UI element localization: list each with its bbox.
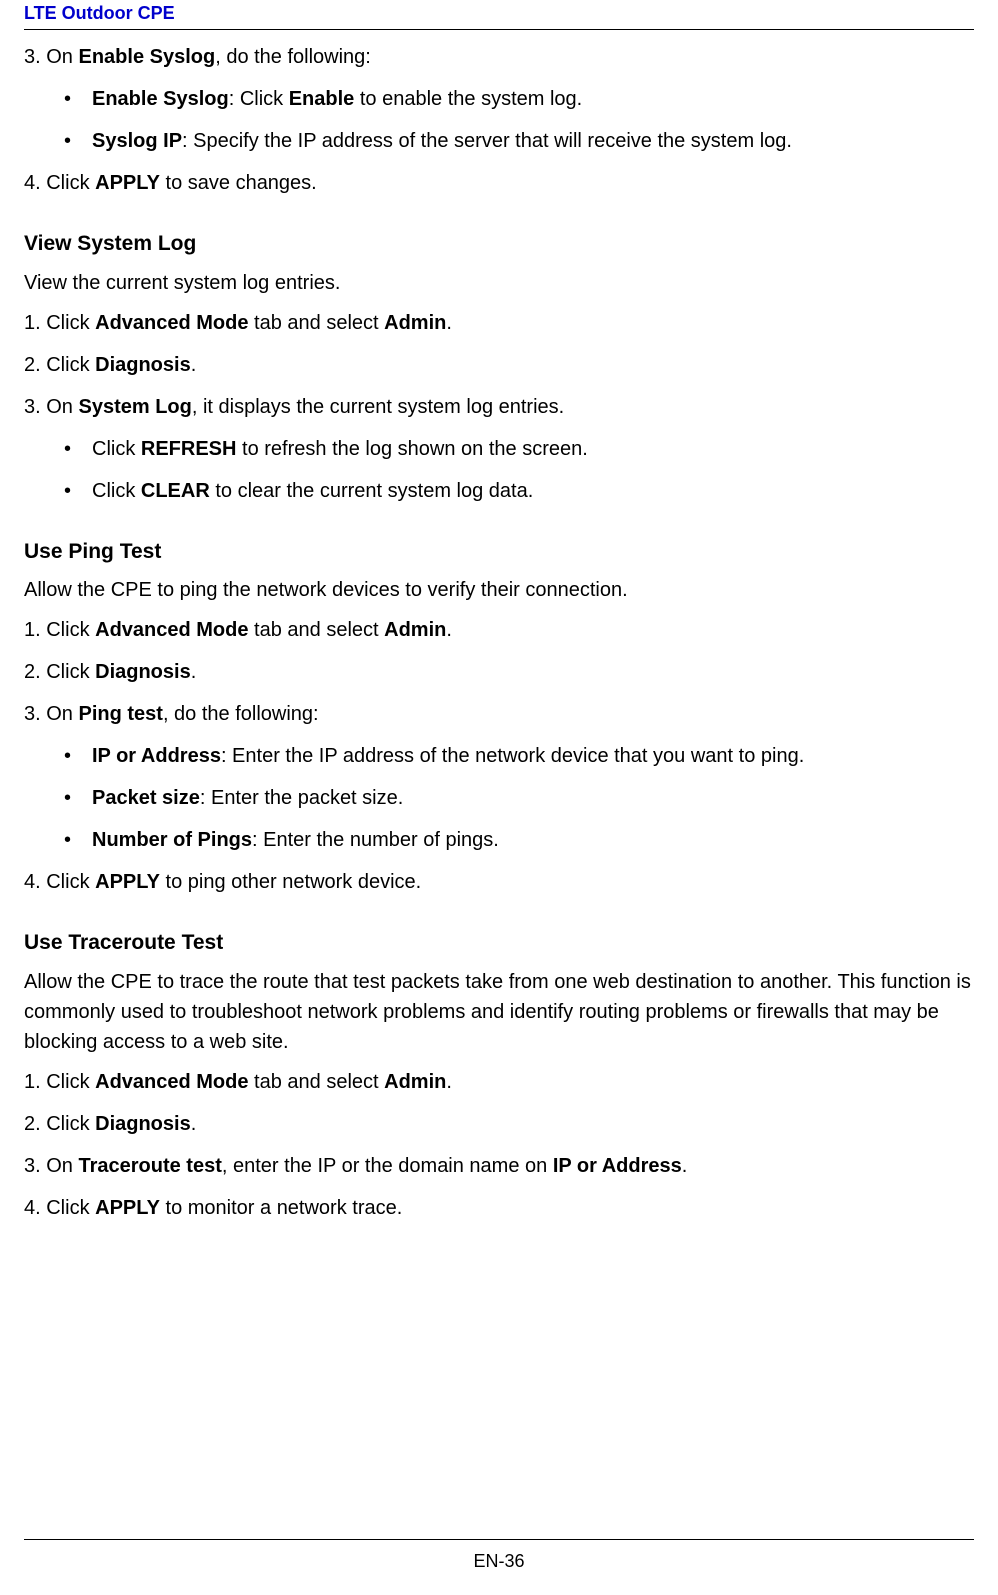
- heading-view-system-log: View System Log: [24, 228, 974, 260]
- heading-traceroute: Use Traceroute Test: [24, 927, 974, 959]
- step-3: 3. On System Log, it displays the curren…: [24, 392, 974, 422]
- bullet-syslog-ip: Syslog IP: Specify the IP address of the…: [64, 126, 974, 156]
- bullet-packet-size: Packet size: Enter the packet size.: [64, 783, 974, 813]
- syslog-section: 3. On Enable Syslog, do the following: E…: [24, 42, 974, 198]
- trace-step-4: 4. Click APPLY to monitor a network trac…: [24, 1193, 974, 1223]
- ping-step-3: 3. On Ping test, do the following:: [24, 699, 974, 729]
- intro-ping-test: Allow the CPE to ping the network device…: [24, 575, 974, 605]
- ping-steps: 1. Click Advanced Mode tab and select Ad…: [24, 615, 974, 897]
- heading-ping-test: Use Ping Test: [24, 536, 974, 568]
- bullet-ip-address: IP or Address: Enter the IP address of t…: [64, 741, 974, 771]
- trace-step-1: 1. Click Advanced Mode tab and select Ad…: [24, 1067, 974, 1097]
- step-4-apply: 4. Click APPLY to save changes.: [24, 168, 974, 198]
- intro-traceroute: Allow the CPE to trace the route that te…: [24, 967, 974, 1057]
- ping-step-4: 4. Click APPLY to ping other network dev…: [24, 867, 974, 897]
- page-number: EN-36: [473, 1551, 524, 1571]
- ping-step-2: 2. Click Diagnosis.: [24, 657, 974, 687]
- page-header: LTE Outdoor CPE: [24, 0, 974, 30]
- bullet-refresh: Click REFRESH to refresh the log shown o…: [64, 434, 974, 464]
- ping-step-1: 1. Click Advanced Mode tab and select Ad…: [24, 615, 974, 645]
- bullet-clear: Click CLEAR to clear the current system …: [64, 476, 974, 506]
- view-log-bullets: Click REFRESH to refresh the log shown o…: [64, 434, 974, 506]
- step-3-enable-syslog: 3. On Enable Syslog, do the following:: [24, 42, 974, 72]
- step-2: 2. Click Diagnosis.: [24, 350, 974, 380]
- page-content: 3. On Enable Syslog, do the following: E…: [24, 42, 974, 1223]
- syslog-bullets: Enable Syslog: Click Enable to enable th…: [64, 84, 974, 156]
- bullet-number-pings: Number of Pings: Enter the number of pin…: [64, 825, 974, 855]
- step-1: 1. Click Advanced Mode tab and select Ad…: [24, 308, 974, 338]
- trace-step-3: 3. On Traceroute test, enter the IP or t…: [24, 1151, 974, 1181]
- page-footer: EN-36: [24, 1539, 974, 1575]
- intro-view-system-log: View the current system log entries.: [24, 268, 974, 298]
- traceroute-steps: 1. Click Advanced Mode tab and select Ad…: [24, 1067, 974, 1223]
- ping-bullets: IP or Address: Enter the IP address of t…: [64, 741, 974, 855]
- trace-step-2: 2. Click Diagnosis.: [24, 1109, 974, 1139]
- bullet-enable-syslog: Enable Syslog: Click Enable to enable th…: [64, 84, 974, 114]
- view-log-steps: 1. Click Advanced Mode tab and select Ad…: [24, 308, 974, 506]
